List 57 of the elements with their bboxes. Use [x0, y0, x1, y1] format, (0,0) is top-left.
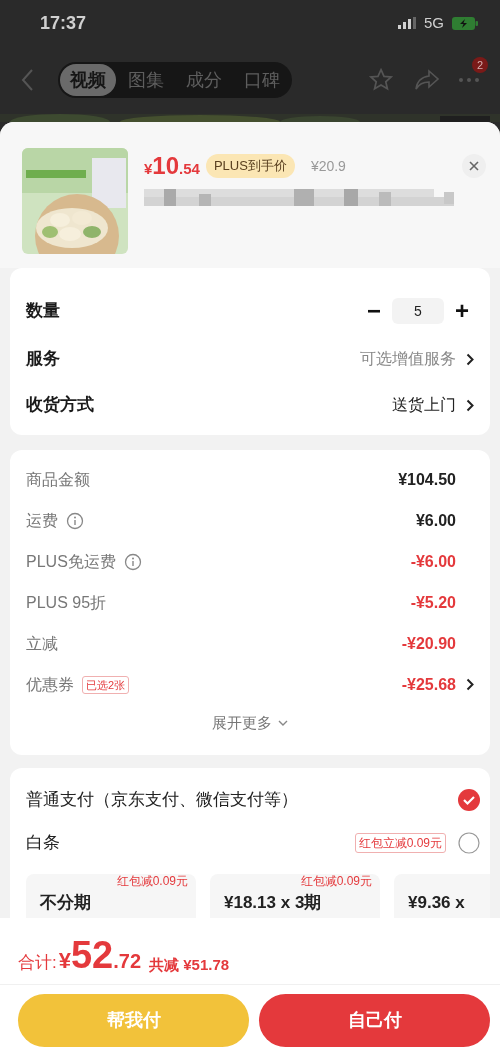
battery-icon	[452, 16, 478, 30]
chevron-right-icon	[466, 678, 474, 691]
original-price: ¥20.9	[310, 156, 346, 176]
installment-label: ¥9.36 x	[408, 893, 465, 912]
option-label: 收货方式	[26, 394, 94, 417]
info-icon	[66, 511, 84, 530]
summary-label: 商品金额	[26, 469, 90, 490]
more-icon[interactable]	[458, 77, 480, 83]
star-icon[interactable]	[368, 67, 394, 93]
installment-promo: 红包减0.09元	[300, 874, 372, 890]
summary-value: -¥5.20	[410, 592, 456, 613]
notification-badge: 2	[472, 57, 488, 73]
info-icon	[123, 552, 142, 571]
installment-label: ¥18.13 x 3期	[224, 893, 322, 912]
plus-price-tag: PLUS到手价	[205, 154, 295, 178]
coupon-tag: 已选2张	[82, 675, 130, 694]
radio-icon[interactable]	[458, 832, 480, 854]
payment-option-label[interactable]: 普通支付（京东支付、微信支付等）	[26, 787, 298, 813]
summary-value: -¥25.68	[401, 674, 456, 695]
summary-value: -¥20.90	[401, 633, 456, 654]
total-discount: 共减 ¥51.78	[149, 957, 230, 972]
option-label: 服务	[26, 348, 60, 371]
option-value[interactable]: 可选增值服务	[360, 347, 456, 371]
summary-value: ¥6.00	[415, 510, 456, 531]
payment-option-label[interactable]: 白条	[26, 830, 60, 856]
summary-label: 优惠券	[26, 674, 74, 695]
close-icon[interactable]	[462, 154, 486, 178]
summary-label: PLUS 95折	[26, 592, 107, 613]
summary-label: 立减	[26, 633, 58, 654]
radio-checked-icon[interactable]	[458, 789, 480, 811]
status-time: 17:37	[40, 11, 87, 35]
installment-option[interactable]: ¥9.36 x	[394, 874, 490, 918]
product-price: ¥10.54	[144, 151, 200, 181]
chevron-down-icon	[278, 720, 288, 726]
chevron-right-icon	[466, 352, 474, 366]
installment-label: 不分期	[40, 893, 91, 912]
share-icon[interactable]	[414, 69, 440, 91]
installment-promo: 红包减0.09元	[116, 874, 188, 890]
promo-tag: 红包立减0.09元	[354, 833, 446, 853]
installment-option[interactable]: 红包减0.09元 不分期	[26, 874, 196, 918]
signal-icon	[398, 17, 416, 29]
total-price: 合计:¥52.72	[18, 936, 142, 974]
installment-option[interactable]: 红包减0.09元 ¥18.13 x 3期	[210, 874, 380, 918]
quantity-field[interactable]: 5	[392, 298, 444, 324]
summary-value: ¥104.50	[398, 469, 456, 490]
back-icon[interactable]	[20, 68, 34, 92]
option-label: 数量	[26, 300, 60, 323]
option-value[interactable]: 送货上门	[392, 393, 456, 417]
summary-label: 运费	[26, 510, 58, 531]
pay-myself-button[interactable]: 自己付	[259, 994, 490, 1047]
minus-button[interactable]: −	[362, 299, 386, 323]
summary-label: PLUS免运费	[26, 551, 116, 572]
plus-button[interactable]: +	[450, 299, 474, 323]
network-label: 5G	[424, 12, 444, 33]
expand-more-link[interactable]: 展开更多	[212, 711, 288, 735]
summary-value: -¥6.00	[410, 551, 456, 572]
chevron-right-icon	[466, 398, 474, 412]
